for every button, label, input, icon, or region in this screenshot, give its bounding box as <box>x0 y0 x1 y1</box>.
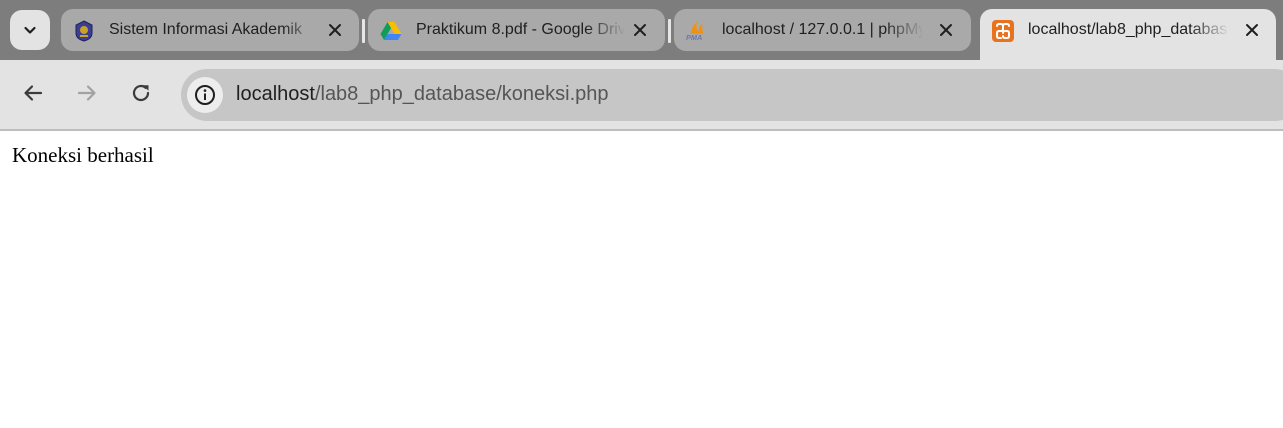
tab-search-button[interactable] <box>10 10 50 50</box>
tab-phpmyadmin[interactable]: PMA localhost / 127.0.0.1 | phpMyAdmin <box>674 9 971 51</box>
back-button[interactable] <box>15 75 51 111</box>
google-drive-icon <box>380 20 402 42</box>
forward-arrow-icon <box>77 85 96 101</box>
close-icon[interactable] <box>936 20 956 40</box>
tab-koneksi-php-active[interactable]: localhost/lab8_php_database/koneksi.php <box>980 9 1276 60</box>
tab-praktikum-pdf[interactable]: Praktikum 8.pdf - Google Drive <box>368 9 665 51</box>
browser-toolbar: localhost/lab8_php_database/koneksi.php <box>0 60 1283 130</box>
close-icon[interactable] <box>325 20 345 40</box>
site-info-button[interactable] <box>187 77 223 113</box>
info-icon <box>195 85 215 105</box>
forward-button[interactable] <box>69 75 105 111</box>
reload-button[interactable] <box>123 75 159 111</box>
address-bar[interactable]: localhost/lab8_php_database/koneksi.php <box>181 69 1283 121</box>
page-message: Koneksi berhasil <box>12 143 154 167</box>
close-icon[interactable] <box>630 20 650 40</box>
url-host: localhost <box>236 83 315 105</box>
university-emblem-icon <box>73 20 95 42</box>
tab-strip: Sistem Informasi Akademik Praktikum 8.pd… <box>0 0 1283 60</box>
url-path: /lab8_php_database/koneksi.php <box>314 83 609 105</box>
chevron-down-icon <box>24 26 36 34</box>
back-arrow-icon <box>24 85 43 101</box>
phpmyadmin-icon: PMA <box>686 20 708 42</box>
svg-text:PMA: PMA <box>686 33 702 42</box>
tab-sistem-informasi-akademik[interactable]: Sistem Informasi Akademik <box>61 9 359 51</box>
toolbar-divider <box>0 129 1283 131</box>
reload-icon <box>132 84 150 102</box>
tab-divider <box>362 19 365 43</box>
tab-divider <box>668 19 671 43</box>
xampp-icon <box>992 20 1014 42</box>
url-text[interactable]: localhost/lab8_php_database/koneksi.php <box>236 83 609 106</box>
close-icon[interactable] <box>1242 20 1262 40</box>
